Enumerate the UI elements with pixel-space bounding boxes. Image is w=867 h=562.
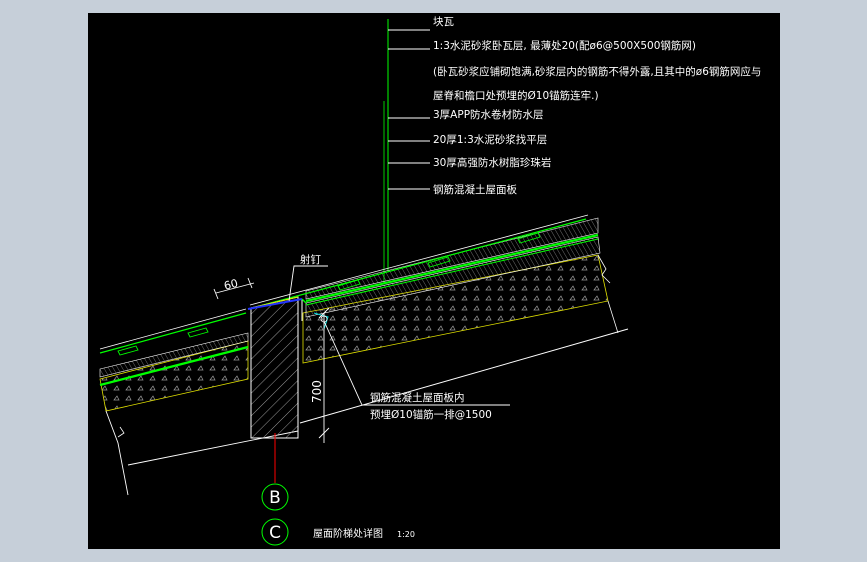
roof-step-detail-drawing: 块瓦 1:3水泥砂浆卧瓦层, 最薄处20(配ø6@500X500钢筋网) (卧瓦… (99, 16, 761, 546)
label-mortar-bed: 1:3水泥砂浆卧瓦层, 最薄处20(配ø6@500X500钢筋网) (433, 39, 696, 52)
label-slab: 钢筋混凝土屋面板 (433, 183, 517, 196)
label-nail: 射钉 (300, 253, 321, 266)
label-anchor-1: 钢筋混凝土屋面板内 (370, 391, 465, 404)
dim-700-text: 700 (310, 380, 324, 403)
dim-60-text: 60 (223, 277, 240, 293)
leader-ticks (388, 29, 430, 190)
label-perlite: 30厚高强防水树脂珍珠岩 (433, 156, 551, 169)
axis-c-label: C (269, 523, 281, 543)
axis-b-label: B (269, 488, 281, 508)
label-tile: 块瓦 (433, 16, 454, 28)
label-mortar-note-1: (卧瓦砂浆应铺砌饱满,砂浆层内的钢筋不得外露,且其中的ø6钢筋网应与 (433, 65, 761, 78)
label-leveling: 20厚1:3水泥砂浆找平层 (433, 133, 547, 146)
label-mortar-note-2: 屋脊和檐口处预埋的Ø10锚筋连牢.) (433, 89, 599, 102)
drawing-title: 屋面阶梯处详图 (313, 527, 383, 540)
drawing-scale: 1:20 (397, 530, 415, 539)
drawing-canvas[interactable]: 块瓦 1:3水泥砂浆卧瓦层, 最薄处20(配ø6@500X500钢筋网) (卧瓦… (88, 13, 780, 549)
app-window: 块瓦 1:3水泥砂浆卧瓦层, 最薄处20(配ø6@500X500钢筋网) (卧瓦… (0, 0, 867, 562)
label-waterproof: 3厚APP防水卷材防水层 (433, 108, 544, 121)
label-anchor-2: 预埋Ø10锚筋一排@1500 (370, 408, 492, 421)
